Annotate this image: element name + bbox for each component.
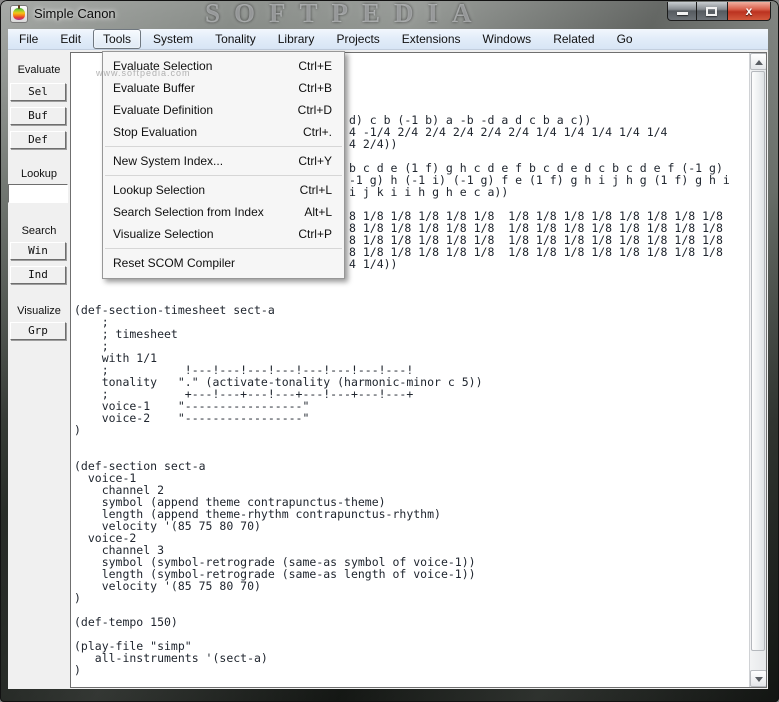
- menu-item-shortcut: Alt+L: [304, 205, 332, 219]
- editor-code-text: (def-section-timesheet sect-a ; ; timesh…: [74, 303, 483, 677]
- menu-windows[interactable]: Windows: [473, 29, 542, 49]
- menu-file[interactable]: File: [9, 29, 48, 49]
- apple-logo-icon: [13, 5, 25, 20]
- evaluate-definition-button[interactable]: Def: [10, 131, 66, 149]
- menu-item-label: Search Selection from Index: [113, 205, 264, 219]
- minimize-button[interactable]: [667, 2, 697, 21]
- menu-tools[interactable]: Tools: [93, 29, 142, 49]
- menu-related[interactable]: Related: [543, 29, 604, 49]
- menu-item-evaluate-definition[interactable]: Evaluate Definition Ctrl+D: [103, 99, 344, 121]
- maximize-icon: [706, 7, 717, 16]
- menu-item-label: Evaluate Buffer: [113, 81, 195, 95]
- close-icon: x: [745, 4, 753, 18]
- menu-item-label: Evaluate Definition: [113, 103, 214, 117]
- menu-item-shortcut: Ctrl+P: [298, 227, 332, 241]
- menu-library[interactable]: Library: [268, 29, 325, 49]
- menu-tonality[interactable]: Tonality: [205, 29, 266, 49]
- window-title: Simple Canon: [34, 6, 116, 21]
- lookup-group-label: Lookup: [20, 168, 58, 180]
- arrow-up-icon: [755, 60, 763, 65]
- menu-item-shortcut: Ctrl+E: [298, 59, 332, 73]
- menu-item-shortcut: Ctrl+Y: [298, 154, 332, 168]
- menu-item-evaluate-buffer[interactable]: Evaluate Buffer Ctrl+B: [103, 77, 344, 99]
- menu-item-label: Stop Evaluation: [113, 125, 198, 139]
- menu-item-reset-scom-compiler[interactable]: Reset SCOM Compiler: [103, 252, 344, 274]
- menu-item-label: Lookup Selection: [113, 183, 206, 197]
- menu-extensions[interactable]: Extensions: [392, 29, 471, 49]
- maximize-button[interactable]: [697, 2, 727, 21]
- menu-item-label: Visualize Selection: [113, 227, 214, 241]
- visualize-group-label: Visualize: [17, 305, 61, 317]
- vertical-scrollbar[interactable]: [749, 53, 766, 687]
- arrow-down-icon: [755, 677, 763, 682]
- menu-item-search-selection-from-index[interactable]: Search Selection from Index Alt+L: [103, 201, 344, 223]
- menu-separator: [105, 248, 342, 249]
- search-index-button[interactable]: Ind: [10, 266, 66, 284]
- menu-item-label: Evaluate Selection: [113, 59, 213, 73]
- lookup-input[interactable]: [8, 184, 68, 203]
- sidebar: Evaluate Sel Buf Def Lookup Search Win I…: [8, 50, 70, 689]
- menu-item-new-system-index[interactable]: New System Index... Ctrl+Y: [103, 150, 344, 172]
- tools-dropdown-menu: Evaluate Selection Ctrl+E Evaluate Buffe…: [102, 51, 345, 279]
- menu-item-evaluate-selection[interactable]: Evaluate Selection Ctrl+E: [103, 55, 344, 77]
- menu-projects[interactable]: Projects: [326, 29, 389, 49]
- menu-item-shortcut: Ctrl+D: [297, 103, 332, 117]
- minimize-icon: [677, 12, 688, 15]
- menu-item-stop-evaluation[interactable]: Stop Evaluation Ctrl+.: [103, 121, 344, 143]
- editor-clipped-text: d) c b (-1 b) a -b -d a d c b a c)) 4 -1…: [349, 113, 730, 271]
- app-icon: [10, 5, 28, 23]
- menu-item-shortcut: Ctrl+L: [299, 183, 332, 197]
- window-controls: x: [667, 2, 771, 21]
- visualize-group-button[interactable]: Grp: [10, 322, 66, 340]
- menu-item-shortcut: Ctrl+.: [302, 125, 332, 139]
- menu-system[interactable]: System: [143, 29, 203, 49]
- close-button[interactable]: x: [727, 2, 771, 21]
- evaluate-selection-button[interactable]: Sel: [10, 83, 66, 101]
- scroll-down-button[interactable]: [750, 670, 766, 687]
- menu-item-shortcut: Ctrl+B: [298, 81, 332, 95]
- scroll-up-button[interactable]: [750, 53, 766, 70]
- evaluate-group-label: Evaluate: [17, 64, 61, 76]
- menu-item-visualize-selection[interactable]: Visualize Selection Ctrl+P: [103, 223, 344, 245]
- menu-separator: [105, 175, 342, 176]
- evaluate-buffer-button[interactable]: Buf: [10, 107, 66, 125]
- search-window-button[interactable]: Win: [10, 242, 66, 260]
- search-group-label: Search: [21, 225, 57, 237]
- menu-item-label: Reset SCOM Compiler: [113, 256, 236, 270]
- menubar: File Edit Tools System Tonality Library …: [8, 29, 768, 50]
- app-window: SOFTPEDIA Simple Canon x www.softpedia.c…: [0, 0, 779, 702]
- menu-edit[interactable]: Edit: [50, 29, 91, 49]
- titlebar[interactable]: SOFTPEDIA Simple Canon x: [0, 0, 779, 29]
- menu-go[interactable]: Go: [607, 29, 643, 49]
- menu-separator: [105, 146, 342, 147]
- menu-item-lookup-selection[interactable]: Lookup Selection Ctrl+L: [103, 179, 344, 201]
- scrollbar-thumb[interactable]: [751, 71, 765, 651]
- menu-item-label: New System Index...: [113, 154, 224, 168]
